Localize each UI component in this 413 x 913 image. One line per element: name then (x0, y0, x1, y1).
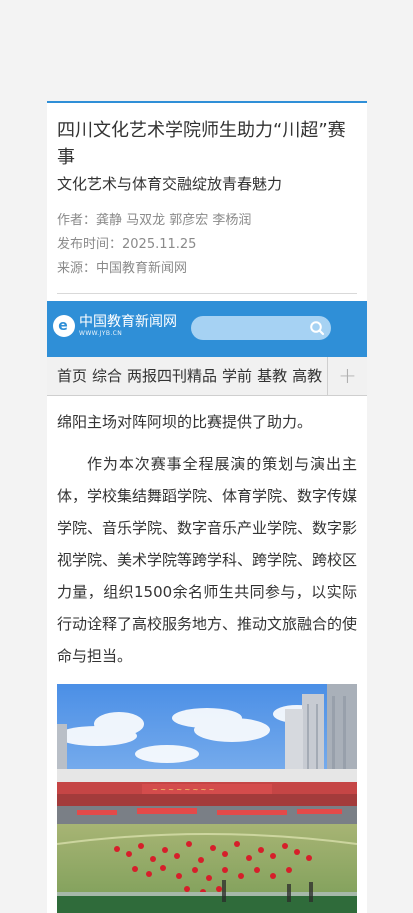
logo-mark-icon: e (53, 315, 75, 337)
nav-item-general[interactable]: 综合 (92, 357, 122, 395)
article-date: 发布时间：2025.11.25 (57, 237, 197, 252)
meta-divider (57, 293, 357, 294)
plus-icon[interactable]: + (327, 357, 367, 395)
nav-item-higher-education[interactable]: 高教 (292, 357, 322, 395)
nav-item-home[interactable]: 首页 (57, 357, 87, 395)
article-paragraph: 绵阳主场对阵阿坝的比赛提供了助力。 (57, 413, 313, 431)
logo-title: 中国教育新闻网 (79, 314, 177, 330)
search-input[interactable] (191, 316, 331, 340)
logo-letter: e (58, 318, 68, 334)
logo-text: 中国教育新闻网 WWW.JYB.CN (79, 315, 177, 337)
article-body: 绵阳主场对阵阿坝的比赛提供了助力。 作为本次赛事全程展演的策划与演出主体，学校集… (47, 406, 367, 672)
nav-item-preschool[interactable]: 学前 (222, 357, 252, 395)
top-navigation: 首页 综合 两报四刊精品 学前 基教 高教 + (47, 357, 367, 396)
site-banner: e 中国教育新闻网 WWW.JYB.CN (47, 301, 367, 357)
stands-banner-text: ~ ~ ~ ~ ~ ~ ~ ~ (152, 786, 215, 794)
article-photo: ~ ~ ~ ~ ~ ~ ~ ~ (57, 684, 357, 913)
nav-item-basic-education[interactable]: 基教 (257, 357, 287, 395)
site-logo[interactable]: e 中国教育新闻网 WWW.JYB.CN (53, 315, 177, 337)
article-subtitle: 文化艺术与体育交融绽放青春魅力 (57, 175, 283, 193)
search-icon[interactable] (309, 320, 325, 336)
article-paragraph: 作为本次赛事全程展演的策划与演出主体，学校集结舞蹈学院、体育学院、数字传媒学院、… (57, 455, 358, 665)
article-title: 四川文化艺术学院师生助力“川超”赛事 (57, 120, 346, 168)
logo-subtitle: WWW.JYB.CN (79, 330, 123, 337)
article-page: 四川文化艺术学院师生助力“川超”赛事 文化艺术与体育交融绽放青春魅力 作者：龚静… (47, 101, 367, 913)
article-authors: 作者：龚静 马双龙 郭彦宏 李杨润 (57, 213, 252, 228)
stadium-photo-illustration: ~ ~ ~ ~ ~ ~ ~ ~ (57, 684, 357, 913)
nav-items: 首页 综合 两报四刊精品 学前 基教 高教 (47, 357, 327, 395)
article-header: 四川文化艺术学院师生助力“川超”赛事 文化艺术与体育交融绽放青春魅力 作者：龚静… (47, 103, 367, 294)
article-source: 来源：中国教育新闻网 (57, 261, 188, 276)
nav-item-featured[interactable]: 两报四刊精品 (127, 357, 217, 395)
